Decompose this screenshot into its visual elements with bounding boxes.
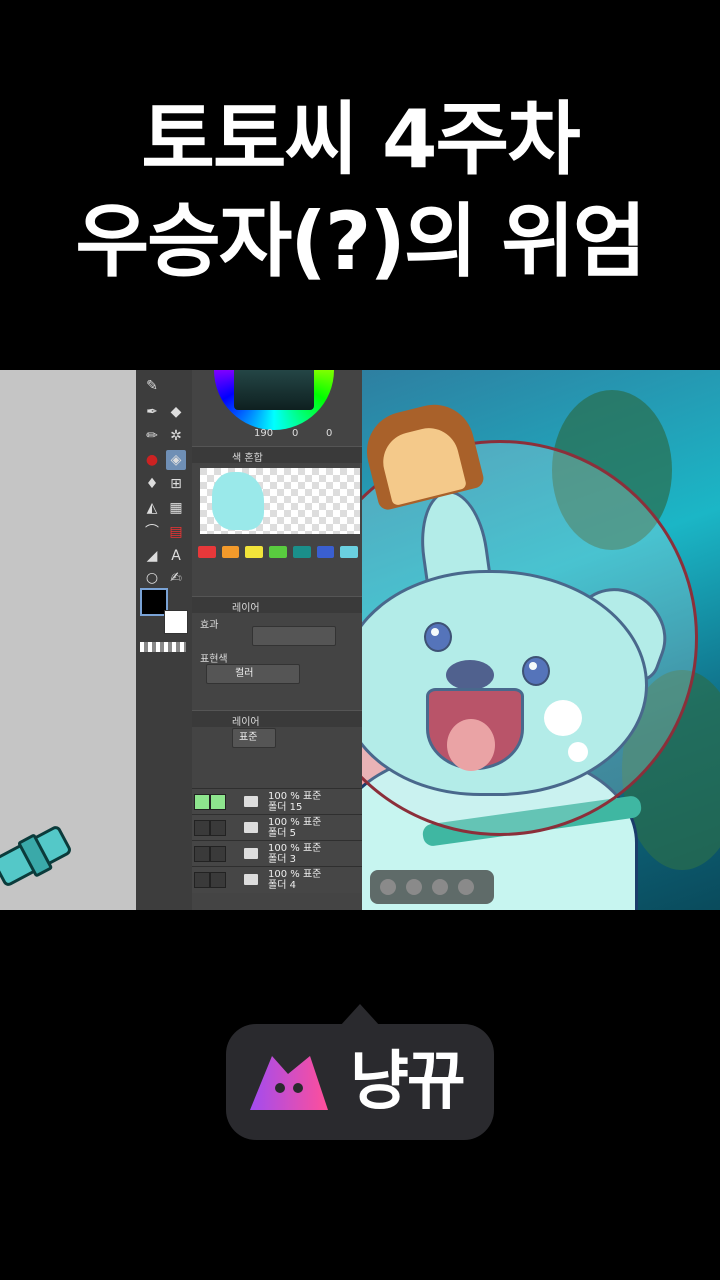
layer-opacity-mode: 100 % 표준: [268, 869, 322, 880]
brand-name: 냥뀨: [350, 1045, 466, 1119]
reaction-icon[interactable]: [380, 879, 396, 895]
headline-line2: 우승자(?)의 위엄: [75, 195, 647, 288]
layer-tab-small[interactable]: 레이어: [232, 599, 260, 614]
correction-tool-icon[interactable]: ✍: [166, 568, 186, 588]
color-mix-canvas[interactable]: [200, 468, 360, 534]
layer-visibility-toggle[interactable]: [194, 846, 210, 862]
brush-size-readout: 190: [254, 428, 274, 439]
layer-panel-header: 레이어: [192, 710, 362, 728]
layer-name: 폴더 4: [268, 880, 296, 891]
color-palette: [198, 546, 359, 558]
effect-label: 효과: [200, 620, 219, 631]
frame-tool-icon[interactable]: ▤: [166, 522, 186, 542]
layer-panel-tab[interactable]: 레이어: [232, 713, 260, 728]
expression-color-label: 표현색: [200, 654, 228, 665]
opacity-readout: 0: [292, 428, 299, 439]
blend-tool-icon[interactable]: ♦: [142, 474, 162, 494]
layer-label: 100 % 표준 폴더 3: [268, 843, 321, 865]
tool-palette: ✎ ✒ ◆ ✏ ✲ ● ◈ ♦ ⊞ ◭ ▦ ⌒ ▤ ◢ A ○ ✍: [136, 370, 193, 910]
layer-lock-toggle[interactable]: [210, 794, 226, 810]
layer-name: 폴더 5: [268, 828, 296, 839]
color-square[interactable]: [234, 370, 314, 410]
transparent-color-swatch[interactable]: [140, 642, 186, 652]
effect-buttons[interactable]: [252, 626, 336, 646]
palette-swatch[interactable]: [245, 546, 264, 558]
layer-lock-toggle[interactable]: [210, 820, 226, 836]
eyedropper-tool-icon[interactable]: ✎: [142, 376, 162, 396]
cat-logo-icon: [250, 1056, 328, 1110]
layer-lock-toggle[interactable]: [210, 872, 226, 888]
blend-mode-select[interactable]: 표준: [232, 728, 276, 748]
palette-swatch[interactable]: [316, 546, 335, 558]
curve-tool-icon[interactable]: ⌒: [142, 522, 162, 542]
eraser-tool-icon[interactable]: ◆: [166, 402, 186, 422]
collar-strap-drawing: [0, 824, 74, 888]
palette-swatch[interactable]: [221, 546, 240, 558]
layer-row[interactable]: 100 % 표준 폴더 15: [192, 788, 362, 815]
fill-tool-icon[interactable]: ◭: [142, 498, 162, 518]
ink-drop-icon[interactable]: ●: [142, 450, 162, 470]
side-panel: 190 0 0 색 혼합 레이어 효과 표현색 컬러 레이어 표준 100 % …: [192, 370, 362, 910]
layer-row[interactable]: 100 % 표준 폴더 5: [192, 814, 362, 841]
layer-name: 폴더 3: [268, 854, 296, 865]
text-tool-icon[interactable]: A: [166, 546, 186, 566]
sub-color-swatch[interactable]: [164, 610, 188, 634]
canvas-left: [0, 370, 136, 910]
headline-line1: 토토씨 4주차: [141, 93, 581, 186]
blend-mode-value: 표준: [239, 732, 258, 743]
layer-opacity-mode: 100 % 표준: [268, 843, 322, 854]
color-mix-tab[interactable]: 색 혼합: [232, 449, 263, 464]
toast-drawing: [362, 396, 486, 512]
screenshot-region: ✎ ✒ ◆ ✏ ✲ ● ◈ ♦ ⊞ ◭ ▦ ⌒ ▤ ◢ A ○ ✍ 190 0 …: [0, 370, 720, 910]
reaction-icon[interactable]: [458, 879, 474, 895]
palette-swatch[interactable]: [198, 546, 216, 558]
layer-opacity-mode: 100 % 표준: [268, 817, 322, 828]
bubble-shine: [544, 700, 582, 736]
layer-visibility-toggle[interactable]: [194, 820, 210, 836]
palette-swatch[interactable]: [292, 546, 311, 558]
mixed-color-blob: [212, 472, 264, 530]
layer-visibility-toggle[interactable]: [194, 872, 210, 888]
color-mode-select[interactable]: 컬러: [206, 664, 300, 684]
layer-label: 100 % 표준 폴더 4: [268, 869, 321, 891]
bubble-shine: [568, 742, 588, 762]
folder-icon: [244, 874, 258, 885]
palette-swatch[interactable]: [340, 546, 359, 558]
pen-tool-icon[interactable]: ✒: [142, 402, 162, 422]
gradient-tool-icon[interactable]: ▦: [166, 498, 186, 518]
reaction-bar: [370, 870, 494, 904]
brand-pill-pointer: [340, 1004, 380, 1026]
airbrush-tool-icon[interactable]: ✲: [166, 426, 186, 446]
layer-lock-toggle[interactable]: [210, 846, 226, 862]
folder-icon: [244, 822, 258, 833]
layer-name: 폴더 15: [268, 802, 303, 813]
folder-icon: [244, 796, 258, 807]
pencil-tool-icon[interactable]: ✏: [142, 426, 162, 446]
shape-tool-icon[interactable]: ◢: [142, 546, 162, 566]
color-mode-value: 컬러: [235, 668, 254, 679]
reaction-icon[interactable]: [406, 879, 422, 895]
layer-label: 100 % 표준 폴더 5: [268, 817, 321, 839]
dog-illustration: [362, 370, 720, 910]
grid-tool-icon[interactable]: ⊞: [166, 474, 186, 494]
layer-label: 100 % 표준 폴더 15: [268, 791, 321, 813]
layer-row[interactable]: 100 % 표준 폴더 3: [192, 840, 362, 867]
value-readout: 0: [326, 428, 333, 439]
eraser-selected-icon[interactable]: ◈: [166, 450, 186, 470]
reaction-icon[interactable]: [432, 879, 448, 895]
color-mix-header: 색 혼합: [192, 446, 362, 464]
balloon-tool-icon[interactable]: ○: [142, 568, 162, 588]
layer-opacity-mode: 100 % 표준: [268, 791, 322, 802]
layer-header-small: 레이어: [192, 596, 362, 614]
palette-swatch[interactable]: [269, 546, 287, 558]
layer-row[interactable]: 100 % 표준 폴더 4: [192, 866, 362, 893]
layer-visibility-toggle[interactable]: [194, 794, 210, 810]
folder-icon: [244, 848, 258, 859]
